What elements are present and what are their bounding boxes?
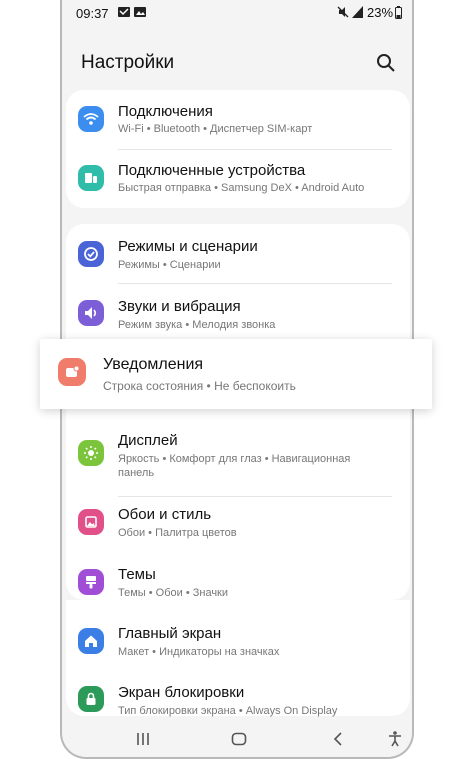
settings-item-connected-devices[interactable]: Подключенные устройства Быстрая отправка… [66, 149, 410, 208]
item-sub: Макет • Индикаторы на значках [118, 646, 280, 658]
item-sub: Wi-Fi • Bluetooth • Диспетчер SIM-карт [118, 123, 313, 135]
status-time: 09:37 [76, 6, 109, 21]
item-label: Звуки и вибрация [118, 298, 241, 315]
accessibility-icon[interactable] [386, 730, 404, 748]
item-label: Подключенные устройства [118, 162, 306, 179]
item-label: Подключения [118, 103, 213, 120]
sun-icon [78, 440, 104, 466]
page-title: Настройки [81, 52, 175, 73]
status-bar: 09:37 23% [62, 0, 412, 28]
item-label: Главный экран [118, 625, 222, 642]
back-icon[interactable] [330, 730, 348, 748]
settings-item-display[interactable]: Дисплей Яркость • Комфорт для глаз • Нав… [66, 422, 410, 481]
wallpaper-icon [78, 509, 104, 535]
lock-icon [78, 686, 104, 712]
settings-item-connections[interactable]: Подключения Wi-Fi • Bluetooth • Диспетче… [66, 90, 410, 149]
item-sub: Яркость • Комфорт для глаз • Навигационн… [118, 453, 351, 465]
notification-icon [58, 358, 86, 386]
home-button-icon[interactable] [230, 730, 248, 748]
wifi-icon [78, 106, 104, 132]
item-sub: Обои • Палитра цветов [118, 527, 237, 539]
battery-icon [395, 6, 402, 22]
navigation-bar [62, 718, 412, 757]
item-label: Обои и стиль [118, 506, 212, 523]
item-label: Дисплей [118, 432, 178, 449]
settings-item-sounds[interactable]: Звуки и вибрация Режим звука • Мелодия з… [66, 283, 410, 342]
item-sub: Темы • Обои • Значки [118, 587, 229, 599]
themes-icon [78, 569, 104, 595]
settings-item-modes[interactable]: Режимы и сценарии Режимы • Сценарии [66, 224, 410, 283]
search-icon[interactable] [375, 52, 397, 74]
item-sub: Режим звука • Мелодия звонка [118, 319, 276, 331]
home-icon [78, 628, 104, 654]
settings-item-themes[interactable]: Темы Темы • Обои • Значки [66, 556, 410, 615]
item-label: Темы [118, 566, 156, 583]
item-sub: Строка состояния • Не беспокоить [103, 379, 296, 393]
item-label: Уведомления [103, 356, 204, 373]
item-sub: Режимы • Сценарии [118, 259, 221, 271]
recents-icon[interactable] [134, 730, 152, 748]
item-sub: Быстрая отправка • Samsung DeX • Android… [118, 182, 365, 194]
check-icon [78, 241, 104, 267]
settings-item-wallpaper[interactable]: Обои и стиль Обои • Палитра цветов [66, 496, 410, 555]
message-icon [118, 6, 130, 21]
item-sub: Тип блокировки экрана • Always On Displa… [118, 705, 338, 717]
image-icon [134, 6, 146, 21]
volume-icon [78, 300, 104, 326]
settings-group-connections: Подключения Wi-Fi • Bluetooth • Диспетче… [66, 90, 410, 208]
mute-icon [337, 6, 349, 21]
settings-item-lock-screen[interactable]: Экран блокировки Тип блокировки экрана •… [66, 674, 410, 718]
settings-item-notifications[interactable]: Уведомления Строка состояния • Не беспок… [40, 339, 432, 409]
devices-icon [78, 165, 104, 191]
settings-item-home-screen[interactable]: Главный экран Макет • Индикаторы на знач… [66, 615, 410, 674]
item-label: Режимы и сценарии [118, 238, 258, 255]
settings-group-main: Режимы и сценарии Режимы • Сценарии Звук… [66, 224, 410, 600]
signal-icon [352, 6, 363, 21]
battery-text: 23% [367, 5, 394, 20]
item-label: Экран блокировки [118, 684, 245, 701]
item-sub-line2: панель [118, 467, 155, 479]
